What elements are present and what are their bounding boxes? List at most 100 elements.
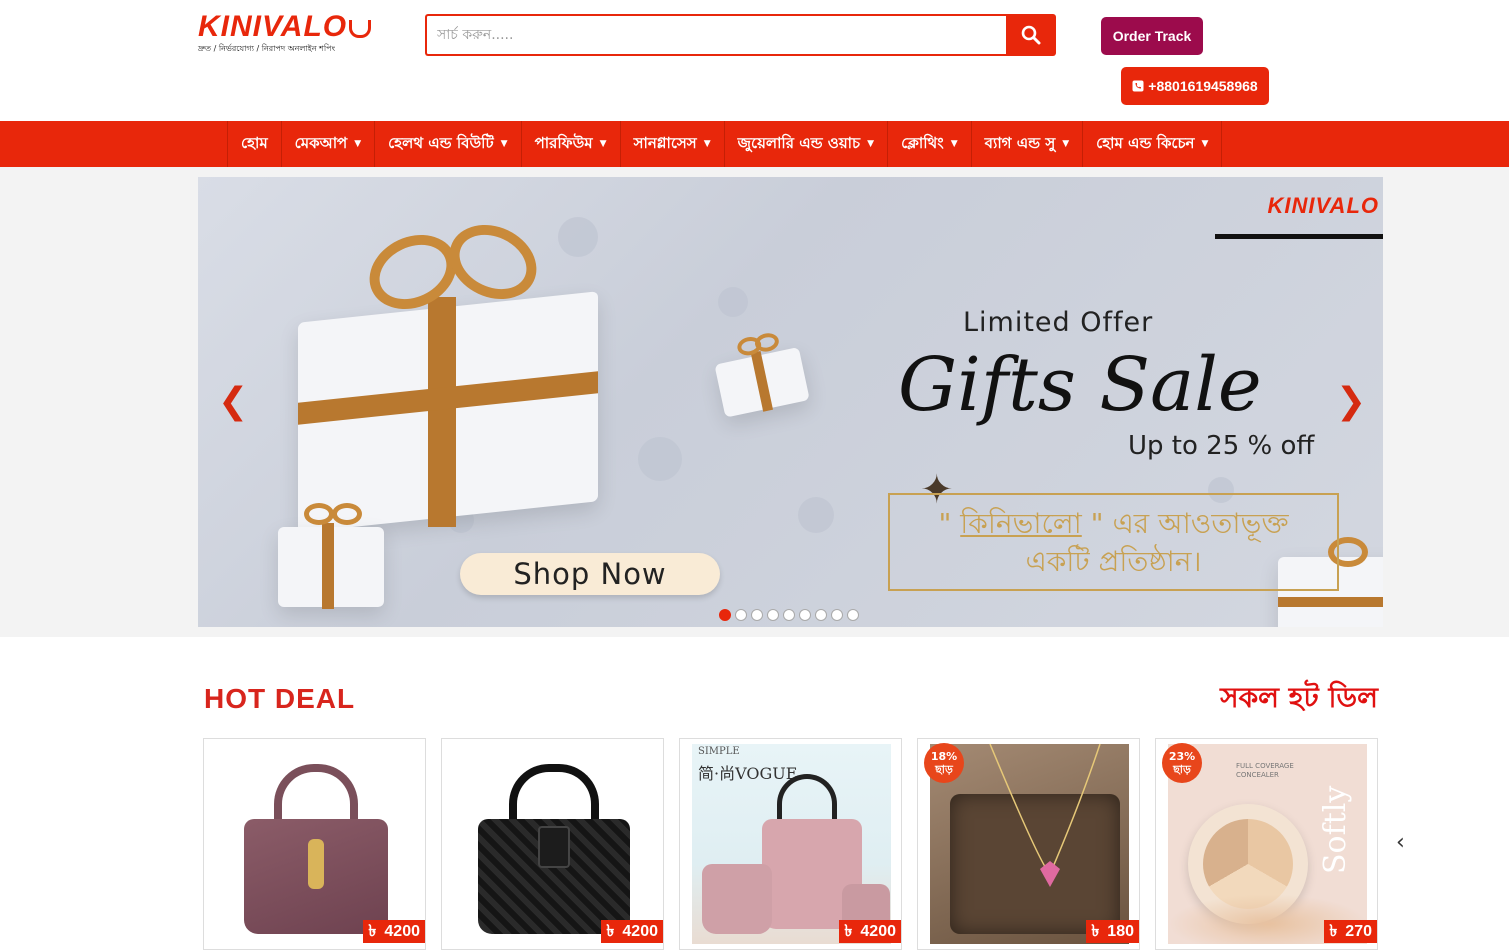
slider-prev-arrow-icon[interactable]: ❮ (218, 384, 248, 420)
nav-item-label: পারফিউম (534, 133, 593, 152)
nav-item-label: জুয়েলারি এন্ড ওয়াচ (737, 133, 861, 152)
bn-notice-box: " কিনিভালো " এর আওতাভূক্ত একটি প্রতিষ্ঠা… (888, 493, 1339, 591)
nav-item[interactable]: হোম এন্ড কিচেন ▼ (1083, 121, 1223, 167)
offer-percent: Up to 25 % off (1128, 431, 1315, 461)
product-image[interactable] (216, 744, 415, 944)
slider-dots (719, 609, 859, 621)
nav-item[interactable]: ক্লোথিং ▼ (888, 121, 972, 167)
caret-down-icon: ▼ (1201, 139, 1209, 149)
price-tag: ৳ 270 (1324, 920, 1377, 943)
brand-tagline: দ্রুত / নির্ভরযোগ্য / নিরাপদ অনলাইন শপিং (198, 44, 336, 53)
nav-item[interactable]: সানগ্লাসেস ▼ (621, 121, 725, 167)
bn-line2: একটি প্রতিষ্ঠান। (1025, 545, 1202, 578)
product-card[interactable]: 18% ছাড় ৳ 180 (917, 738, 1140, 950)
search-input[interactable] (425, 14, 1006, 56)
discount-label: ছাড় (935, 763, 953, 776)
carousel-arrow-icon[interactable]: ‹ (1396, 830, 1405, 855)
price-tag: ৳ 4200 (839, 920, 901, 943)
slider-dot[interactable] (767, 609, 779, 621)
slider-dot[interactable] (751, 609, 763, 621)
slider-dot[interactable] (799, 609, 811, 621)
gift-box-large (298, 211, 618, 533)
search-bar (425, 14, 1056, 56)
slider-dot[interactable] (735, 609, 747, 621)
nav-item-label: মেকআপ (294, 133, 348, 152)
order-track-button[interactable]: Order Track (1101, 17, 1203, 55)
gift-box-small (278, 503, 388, 609)
caret-down-icon: ▼ (354, 139, 362, 149)
slider-next-arrow-icon[interactable]: ❯ (1336, 384, 1366, 420)
slider-dot[interactable] (847, 609, 859, 621)
caret-down-icon: ▼ (500, 139, 508, 149)
product-card[interactable]: FULL COVERAGE CONCEALER Softly 23% ছাড় ৳ 270 (1155, 738, 1378, 950)
brand-logo[interactable]: KINIVALO দ্রুত / নির্ভরযোগ্য / নিরাপদ অন… (198, 12, 398, 56)
bg-bubble (558, 217, 598, 257)
site-header: KINIVALO দ্রুত / নির্ভরযোগ্য / নিরাপদ অন… (0, 0, 1509, 121)
discount-label: ছাড় (1173, 763, 1191, 776)
bn-notice-text: " কিনিভালো " এর আওতাভূক্ত একটি প্রতিষ্ঠা… (890, 505, 1337, 581)
nav-item-label: ক্লোথিং (901, 133, 944, 152)
bg-bubble (798, 497, 834, 533)
slide-brand-logo: KINIVALO (1267, 193, 1379, 218)
caret-down-icon: ▼ (599, 139, 607, 149)
nav-item[interactable]: মেকআপ ▼ (282, 121, 376, 167)
discount-pct: 18% (930, 750, 958, 763)
product-img-text: SIMPLE (698, 746, 740, 757)
discount-badge: 18% ছাড় (924, 743, 964, 783)
slider-dot[interactable] (783, 609, 795, 621)
product-image[interactable] (454, 744, 653, 944)
price-value: 270 (1345, 922, 1372, 940)
brand-name: KINIVALO (198, 10, 348, 43)
price-value: 4200 (622, 922, 658, 940)
product-img-text: Softly (1318, 785, 1353, 874)
phone-button[interactable]: +8801619458968 (1121, 67, 1269, 105)
caret-down-icon: ▼ (867, 139, 875, 149)
currency-symbol: ৳ (368, 923, 377, 940)
nav-item-label: হোম (241, 133, 268, 152)
nav-item[interactable]: হোম (228, 121, 282, 167)
hero-slider[interactable]: KINIVALO Limited Offer Gifts Sale Up to … (198, 177, 1383, 627)
product-img-text: 简·尚VOGUE (698, 764, 798, 783)
price-value: 180 (1107, 922, 1134, 940)
all-hot-deals-link[interactable]: সকল হট ডিল (1220, 676, 1378, 723)
currency-symbol: ৳ (606, 923, 615, 940)
nav-item-label: হেলথ এন্ড বিউটি (388, 133, 494, 152)
nav-item[interactable]: জুয়েলারি এন্ড ওয়াচ ▼ (725, 121, 889, 167)
nav-item-label: হোম এন্ড কিচেন (1096, 133, 1195, 152)
currency-symbol: ৳ (844, 923, 853, 940)
product-card[interactable]: SIMPLE 简·尚VOGUE ৳ 4200 (679, 738, 902, 950)
bn-brand-link: কিনিভালো (960, 507, 1082, 540)
phone-number: +8801619458968 (1148, 78, 1258, 94)
slider-dot[interactable] (831, 609, 843, 621)
offer-subtitle: Limited Offer (963, 307, 1154, 338)
cart-icon (349, 20, 372, 38)
bg-bubble (638, 437, 682, 481)
slider-dot[interactable] (815, 609, 827, 621)
discount-badge: 23% ছাড় (1162, 743, 1202, 783)
currency-symbol: ৳ (1091, 923, 1100, 940)
product-card[interactable]: ৳ 4200 (441, 738, 664, 950)
nav-item-label: ব্যাগ এন্ড সু (984, 133, 1056, 152)
caret-down-icon: ▼ (703, 139, 711, 149)
nav-item[interactable]: হেলথ এন্ড বিউটি ▼ (375, 121, 522, 167)
discount-pct: 23% (1168, 750, 1196, 763)
bn-quote-open: " (938, 507, 961, 540)
phone-icon (1132, 80, 1144, 92)
product-image[interactable]: SIMPLE 简·尚VOGUE (692, 744, 891, 944)
price-value: 4200 (860, 922, 896, 940)
gift-box-tiny (713, 331, 814, 418)
hot-deal-carousel: ৳ 4200 ৳ 4200 SIMPLE 简·尚VOGUE ৳ 4200 18% ছাড় ৳ 180… (203, 738, 1378, 950)
offer-title: Gifts Sale (898, 342, 1262, 428)
nav-item[interactable]: পারফিউম ▼ (522, 121, 621, 167)
caret-down-icon: ▼ (1062, 139, 1070, 149)
product-img-text: FULL COVERAGE CONCEALER (1236, 762, 1294, 779)
shop-now-button[interactable]: Shop Now (460, 553, 720, 595)
nav-item[interactable]: ব্যাগ এন্ড সু ▼ (972, 121, 1084, 167)
caret-down-icon: ▼ (950, 139, 958, 149)
price-tag: ৳ 4200 (363, 920, 425, 943)
hot-deal-title: HOT DEAL (204, 683, 356, 714)
product-card[interactable]: ৳ 4200 (203, 738, 426, 950)
search-icon (1021, 25, 1041, 45)
slider-dot[interactable] (719, 609, 731, 621)
search-button[interactable] (1006, 14, 1056, 56)
